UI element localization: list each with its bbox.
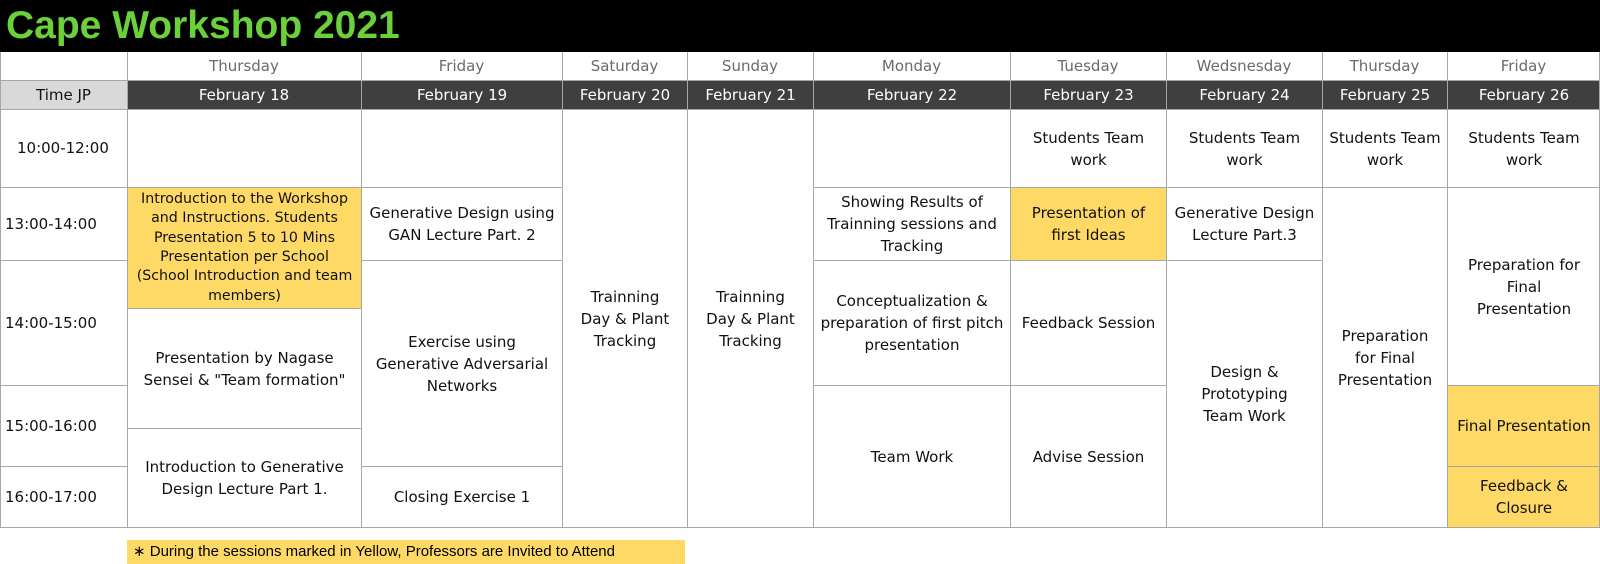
time-slot-label: 10:00-12:00 (17, 139, 109, 157)
session-cell: Trainning Day & Plant Tracking (706, 287, 795, 350)
page-title: Cape Workshop 2021 (6, 4, 400, 47)
session-cell: Showing Results of Trainning sessions an… (827, 193, 997, 255)
day-header-friday: Friday (438, 57, 485, 75)
session-cell: Presentation of first Ideas (1011, 188, 1166, 260)
grid-line (0, 385, 127, 386)
grid-line (0, 187, 563, 188)
session-cell: Team Work (870, 447, 954, 466)
day-header-thursday: Thursday (209, 57, 279, 75)
session-cell: Exercise using Generative Adversarial Ne… (375, 332, 549, 395)
grid-line (1447, 52, 1448, 528)
session-cell: Preparation for Final Presentation (1337, 326, 1433, 389)
grid-line (562, 52, 563, 528)
date-header-feb-20: February 20 (563, 81, 687, 109)
date-header-feb-25: February 25 (1323, 81, 1447, 109)
session-cell: Feedback & Closure (1448, 467, 1600, 527)
grid-line (361, 52, 362, 528)
day-header-friday-2: Friday (1500, 57, 1547, 75)
grid-line (361, 466, 563, 467)
date-header-feb-26: February 26 (1448, 81, 1600, 109)
grid-line (361, 260, 563, 261)
session-cell: Generative Design Lecture Part.3 (1174, 204, 1315, 244)
grid-line (1166, 52, 1167, 528)
date-header-feb-23: February 23 (1011, 81, 1166, 109)
session-cell: Introduction to Generative Design Lectur… (145, 458, 344, 498)
time-slot-label: 14:00-15:00 (5, 313, 97, 332)
session-cell: Design & Prototyping Team Work (1201, 363, 1288, 425)
session-cell: Students Team work (1468, 128, 1580, 169)
grid-line (813, 187, 1600, 188)
session-cell: Introduction to the Workshop and Instruc… (128, 188, 361, 308)
session-cell: Feedback Session (1021, 314, 1156, 332)
day-header-saturday: Saturday (590, 57, 659, 75)
date-header-feb-22: February 22 (814, 81, 1010, 109)
grid-line (813, 52, 814, 528)
time-slot-label: 16:00-17:00 (5, 487, 97, 506)
grid-line (127, 52, 128, 528)
grid-line (1447, 385, 1600, 386)
grid-line (0, 109, 1600, 110)
grid-line (0, 527, 1600, 528)
grid-line (813, 385, 1167, 386)
session-cell: Trainning Day & Plant Tracking (580, 287, 670, 350)
grid-line (127, 428, 362, 429)
day-header-monday: Monday (881, 57, 942, 75)
time-column-header: Time JP (0, 81, 127, 109)
yellow-legend-note: ∗ During the sessions marked in Yellow, … (127, 540, 685, 564)
session-cell: Conceptualization & preparation of first… (820, 292, 1004, 354)
grid-line (0, 80, 1600, 81)
session-cell: Preparation for Final Presentation (1467, 255, 1581, 318)
grid-line (0, 466, 127, 467)
grid-line (0, 260, 127, 261)
session-cell: Students Team work (1032, 128, 1145, 169)
session-cell: Final Presentation (1448, 386, 1600, 466)
session-cell: Students Team work (1329, 128, 1441, 169)
session-cell: Presentation by Nagase Sensei & "Team fo… (143, 348, 346, 389)
grid-line (1322, 52, 1323, 528)
date-header-feb-24: February 24 (1167, 81, 1322, 109)
day-header-wednesday: Wedsnesday (1196, 57, 1292, 75)
date-header-feb-18: February 18 (127, 81, 361, 109)
grid-line (813, 260, 1323, 261)
time-slot-label: 15:00-16:00 (5, 416, 97, 435)
grid-line (127, 308, 362, 309)
grid-line (1010, 52, 1011, 528)
grid-line (0, 52, 1, 528)
grid-line (687, 52, 688, 528)
session-cell: Generative Design using GAN Lecture Part… (369, 204, 555, 244)
grid-line (1447, 466, 1600, 467)
session-cell: Closing Exercise 1 (393, 488, 531, 506)
session-cell: Students Team work (1188, 128, 1301, 169)
day-header-tuesday: Tuesday (1057, 57, 1119, 75)
day-header-thursday-2: Thursday (1349, 57, 1420, 75)
date-header-feb-21: February 21 (688, 81, 813, 109)
time-slot-label: 13:00-14:00 (5, 214, 97, 233)
day-header-sunday: Sunday (721, 57, 779, 75)
session-cell: Advise Session (1032, 447, 1145, 466)
date-header-feb-19: February 19 (362, 81, 562, 109)
